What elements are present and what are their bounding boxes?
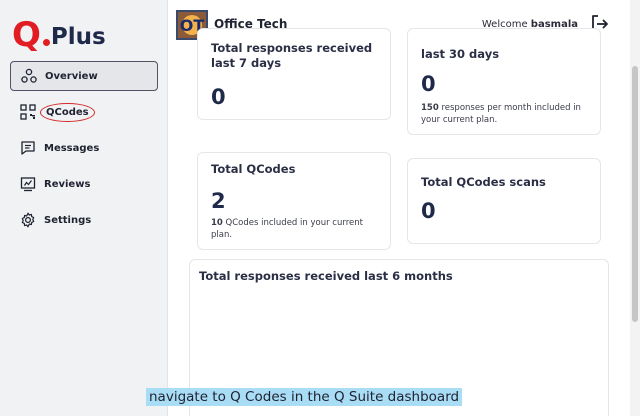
logo-plus: Plus	[50, 24, 106, 50]
logo-dot	[42, 39, 50, 46]
card-note-bold: 150	[421, 103, 439, 113]
card-note-text: responses per month included in your cur…	[421, 103, 581, 125]
sidebar-item-messages[interactable]: Messages	[10, 133, 158, 163]
card-value: 2	[211, 189, 226, 213]
card-note-bold: 10	[211, 218, 223, 228]
sidebar-nav: Overview QCodes Messages Reviews Setting	[10, 61, 158, 241]
card-note: 10 QCodes included in your current plan.	[211, 217, 386, 241]
nodes-icon	[21, 68, 37, 84]
sidebar-item-label: Messages	[44, 142, 100, 154]
dashboard-main: Total responses received last 7 days 0 l…	[168, 28, 630, 416]
qr-code-icon	[20, 104, 36, 120]
card-qcode-scans: Total QCodes scans 0	[407, 158, 601, 244]
card-title: Total responses received last 7 days	[211, 41, 373, 70]
logo-q: Q	[12, 15, 41, 55]
card-title: Total responses received last 6 months	[199, 269, 453, 283]
card-value: 0	[421, 72, 436, 96]
card-title: last 30 days	[421, 47, 500, 61]
message-icon	[20, 140, 36, 156]
brand-logo[interactable]: Q Plus	[12, 12, 106, 52]
sidebar-item-label: Overview	[45, 70, 98, 82]
page-scrollbar[interactable]	[630, 0, 640, 416]
sidebar-item-label: QCodes	[40, 102, 95, 122]
card-value: 0	[421, 199, 436, 223]
sidebar: Q Plus Overview QCodes Messages Reviews …	[0, 0, 168, 416]
sidebar-item-reviews[interactable]: Reviews	[10, 169, 158, 199]
gear-icon	[20, 212, 36, 228]
card-responses-30d: last 30 days 0 150 responses per month i…	[407, 28, 601, 135]
video-caption: navigate to Q Codes in the Q Suite dashb…	[146, 388, 463, 406]
card-title: Total QCodes	[211, 162, 296, 176]
sidebar-item-settings[interactable]: Settings	[10, 205, 158, 235]
card-total-qcodes: Total QCodes 2 10 QCodes included in you…	[197, 152, 391, 250]
card-title: Total QCodes scans	[421, 175, 546, 189]
card-responses-7d: Total responses received last 7 days 0	[197, 28, 391, 120]
card-value: 0	[211, 85, 226, 109]
sidebar-item-label: Settings	[44, 214, 92, 226]
card-note-text: QCodes included in your current plan.	[211, 218, 363, 240]
sidebar-item-overview[interactable]: Overview	[10, 61, 158, 91]
card-note: 150 responses per month included in your…	[421, 102, 596, 126]
sidebar-item-qcodes[interactable]: QCodes	[10, 97, 158, 127]
scrollbar-thumb[interactable]	[632, 66, 638, 322]
sidebar-item-label: Reviews	[44, 178, 91, 190]
review-icon	[20, 176, 36, 192]
